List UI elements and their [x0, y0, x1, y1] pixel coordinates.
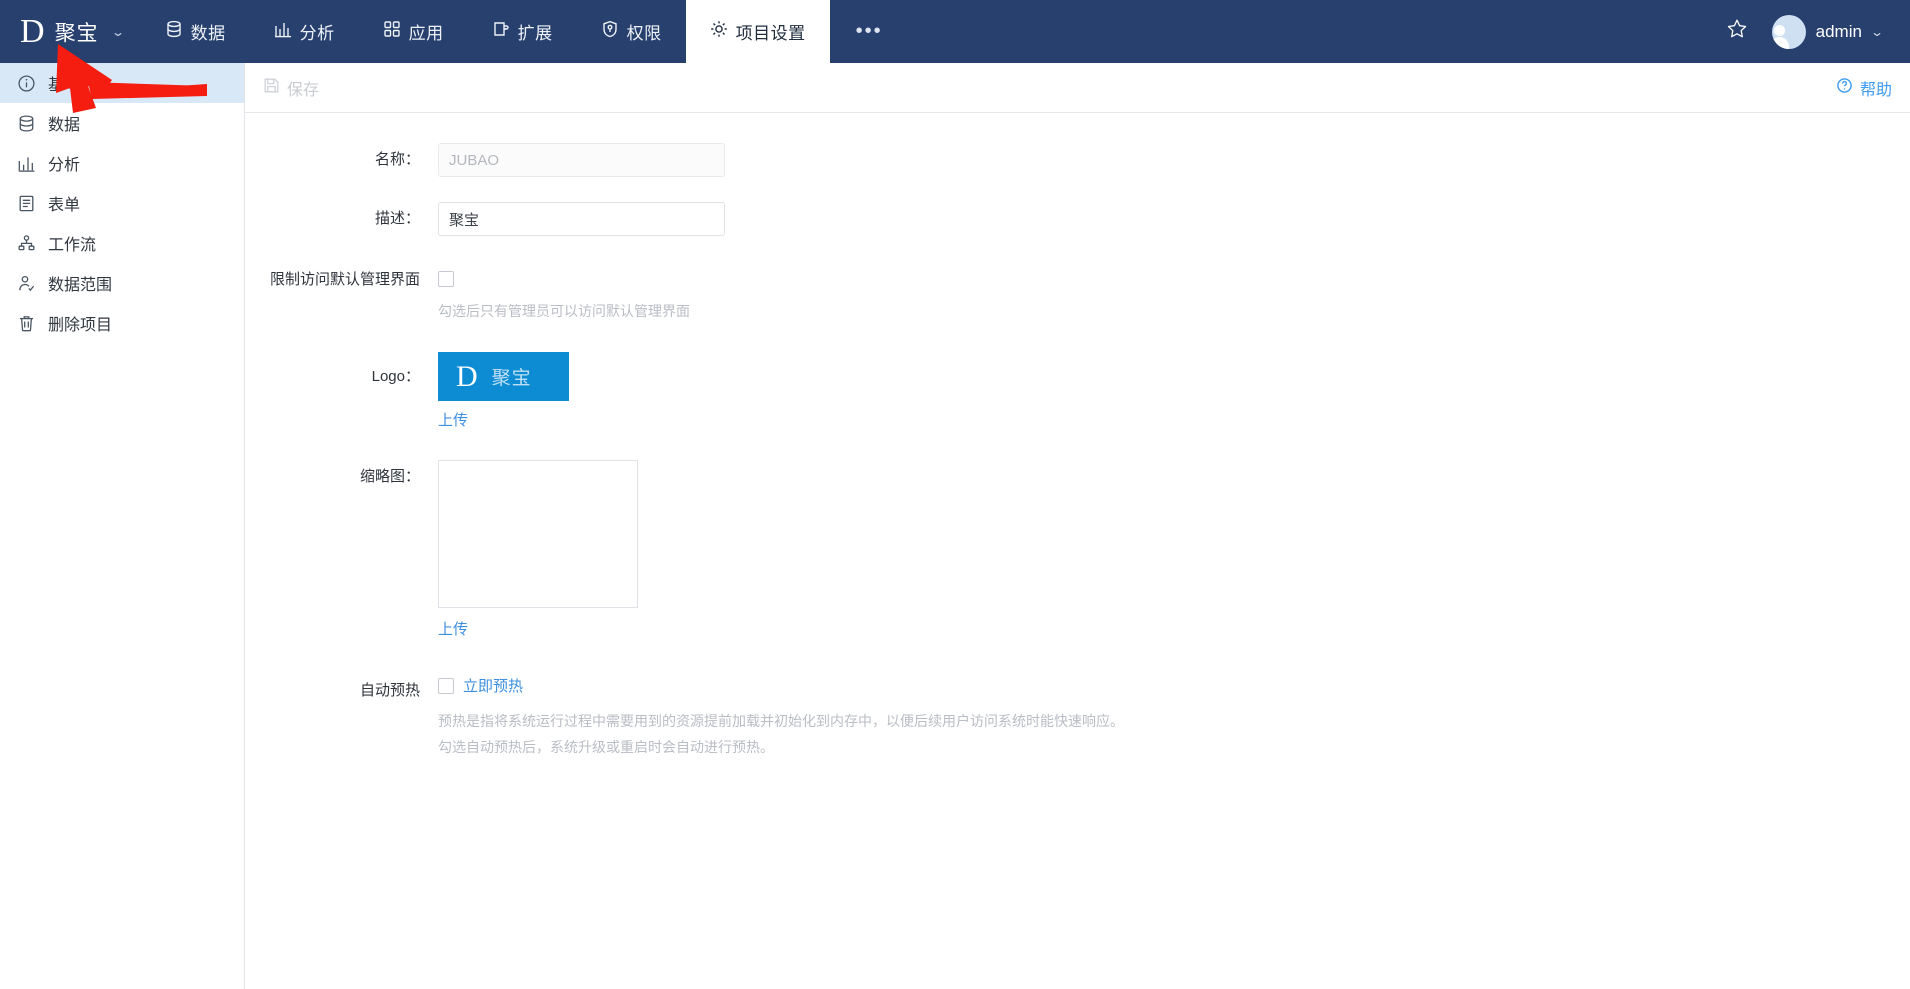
save-disk-icon: [263, 77, 280, 99]
name-field-label: 名称：: [374, 151, 420, 168]
sidebar-item-analysis[interactable]: 分析: [0, 143, 244, 183]
auto-preheat-hint-line2: 勾选自动预热后，系统升级或重启时会自动进行预热。: [438, 739, 774, 755]
nav-item-project-settings[interactable]: 项目设置: [685, 0, 830, 63]
nav-label: 应用: [408, 24, 444, 43]
name-input[interactable]: [438, 143, 725, 177]
brand-logo-button[interactable]: D 聚宝 ⌄: [0, 0, 141, 63]
logo-mark-letter: D: [456, 359, 478, 393]
auto-preheat-checkbox-label[interactable]: 立即预热: [463, 675, 523, 696]
star-icon: [1725, 17, 1749, 46]
database-icon: [165, 20, 183, 43]
sidebar-item-label: 数据: [48, 117, 81, 134]
nav-item-analysis[interactable]: 分析: [250, 0, 359, 63]
sidebar-item-data-scope[interactable]: 数据范围: [0, 263, 244, 303]
help-link[interactable]: 帮助: [1836, 76, 1892, 100]
sidebar-item-label: 删除项目: [48, 317, 113, 334]
nav-label: 分析: [299, 24, 335, 43]
auto-preheat-label: 自动预热: [359, 682, 420, 699]
nav-item-permission[interactable]: 权限: [577, 0, 686, 63]
top-header-bar: D 聚宝 ⌄ 数据 分析 应用 扩展 权限 项目设置 ••• admin ⌄: [0, 0, 1910, 63]
sidebar-item-data[interactable]: 数据: [0, 103, 244, 143]
bar-chart-icon: [274, 20, 292, 43]
form-row-thumbnail: 缩略图： 上传: [245, 460, 1910, 639]
save-button-label: 保存: [287, 81, 320, 99]
logo-upload-link[interactable]: 上传: [438, 409, 468, 430]
form-icon: [16, 193, 36, 213]
sidebar-item-delete-project[interactable]: 删除项目: [0, 303, 244, 343]
sidebar-item-label: 分析: [48, 157, 81, 174]
save-button[interactable]: 保存: [255, 72, 327, 104]
sidebar: 基本 数据 分析 表单 工作流 数据范围 删除项目: [0, 63, 245, 989]
sidebar-item-label: 工作流: [48, 237, 97, 254]
question-circle-icon: [1836, 77, 1853, 99]
brand-name-label: 聚宝: [54, 21, 99, 45]
restrict-access-hint: 勾选后只有管理员可以访问默认管理界面: [438, 303, 690, 319]
nav-label: 项目设置: [735, 24, 806, 43]
main-nav: 数据 分析 应用 扩展 权限 项目设置: [141, 0, 830, 63]
content-toolbar: 保存 帮助: [245, 63, 1910, 113]
nav-item-data[interactable]: 数据: [141, 0, 250, 63]
header-right-actions: admin ⌄: [1716, 0, 1910, 63]
auto-preheat-check-row: 立即预热: [438, 675, 1910, 696]
nav-label: 数据: [190, 24, 226, 43]
auto-preheat-hint-line1: 预热是指将系统运行过程中需要用到的资源提前加载并初始化到内存中，以便后续用户访问…: [438, 713, 1124, 729]
shield-key-icon: [601, 20, 619, 43]
restrict-access-label: 限制访问默认管理界面: [269, 271, 420, 288]
project-settings-form: 名称： 描述： 限制访问默认管理界面 勾选后只有管理员可以访问默认管理界面 Lo…: [245, 113, 1910, 758]
avatar: [1771, 14, 1806, 49]
restrict-access-checkbox[interactable]: [438, 270, 454, 287]
grid-apps-icon: [383, 20, 401, 43]
nav-label: 扩展: [517, 24, 553, 43]
form-row-name: 名称：: [245, 143, 1910, 177]
thumbnail-field-label: 缩略图：: [359, 468, 420, 485]
sidebar-item-label: 数据范围: [48, 277, 113, 294]
nav-item-apps[interactable]: 应用: [359, 0, 468, 63]
brand-mark-letter: D: [20, 12, 45, 50]
form-row-restrict-access: 限制访问默认管理界面 勾选后只有管理员可以访问默认管理界面: [245, 264, 1910, 322]
form-row-description: 描述：: [245, 202, 1910, 236]
chevron-down-icon[interactable]: ⌄: [111, 25, 125, 39]
form-row-logo: Logo： D 聚宝 上传: [245, 352, 1910, 430]
info-circle-icon: [16, 73, 36, 93]
workflow-icon: [16, 233, 36, 253]
nav-more-button[interactable]: •••: [830, 0, 909, 63]
sidebar-item-label: 表单: [48, 197, 81, 214]
sidebar-item-basic[interactable]: 基本: [0, 63, 244, 103]
user-scope-icon: [16, 273, 36, 293]
extension-icon: [492, 20, 510, 43]
bar-chart-icon: [16, 153, 36, 173]
user-name-label: admin: [1815, 21, 1862, 41]
sidebar-item-form[interactable]: 表单: [0, 183, 244, 223]
chevron-down-icon[interactable]: ⌄: [1870, 25, 1884, 39]
description-field-label: 描述：: [374, 210, 420, 227]
logo-preview[interactable]: D 聚宝: [438, 352, 569, 401]
help-link-label: 帮助: [1859, 81, 1892, 99]
content-area: 保存 帮助 名称： 描述： 限制访问默认管理界面: [245, 63, 1910, 989]
description-input[interactable]: [438, 202, 725, 236]
auto-preheat-checkbox[interactable]: [438, 677, 454, 694]
nav-label: 权限: [626, 24, 662, 43]
form-row-auto-preheat: 自动预热 立即预热 预热是指将系统运行过程中需要用到的资源提前加载并初始化到内存…: [245, 675, 1910, 758]
trash-icon: [16, 313, 36, 333]
thumbnail-upload-link[interactable]: 上传: [438, 618, 468, 639]
database-icon: [16, 113, 36, 133]
gear-icon: [710, 20, 728, 43]
logo-field-label: Logo：: [371, 368, 420, 385]
user-menu-button[interactable]: admin ⌄: [1762, 14, 1888, 49]
logo-text-label: 聚宝: [491, 368, 532, 389]
sidebar-item-label: 基本: [48, 77, 81, 94]
sidebar-item-workflow[interactable]: 工作流: [0, 223, 244, 263]
thumbnail-preview[interactable]: [438, 460, 638, 608]
favorite-star-button[interactable]: [1716, 11, 1758, 53]
nav-item-extension[interactable]: 扩展: [468, 0, 577, 63]
